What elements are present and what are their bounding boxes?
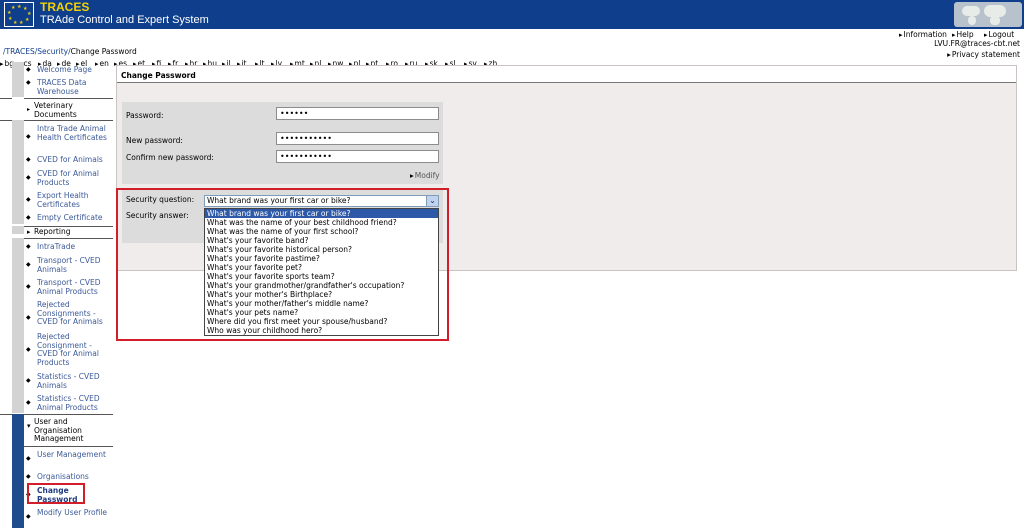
bullet-icon: ◆ <box>26 196 31 203</box>
bullet-icon: ◆ <box>26 174 31 181</box>
breadcrumb-current: Change Password <box>70 47 137 56</box>
new-password-field[interactable]: ••••••••••• <box>276 132 439 145</box>
bullet-icon: ◆ <box>26 513 31 520</box>
expand-icon: ▸ <box>27 228 31 236</box>
breadcrumb-security[interactable]: Security <box>37 47 68 56</box>
divider <box>24 98 113 99</box>
sidebar-rail <box>12 238 24 413</box>
page-title: Change Password <box>121 71 196 80</box>
confirm-password-field[interactable]: ••••••••••• <box>276 150 439 163</box>
bullet-icon: ◆ <box>26 455 31 462</box>
bullet-icon: ◆ <box>26 346 31 353</box>
divider <box>24 446 113 447</box>
breadcrumb: /TRACES/Security/Change Password <box>3 47 137 57</box>
bullet-icon: ◆ <box>26 283 31 290</box>
bullet-icon: ◆ <box>26 243 31 250</box>
bullet-icon: ◆ <box>26 473 31 480</box>
divider <box>24 238 113 239</box>
password-label: Password: <box>126 111 164 120</box>
highlight-box <box>116 188 449 341</box>
new-password-label: New password: <box>126 136 183 145</box>
bullet-icon: ◆ <box>26 314 31 321</box>
bullet-icon: ◆ <box>26 133 31 140</box>
highlight-box <box>27 483 85 504</box>
password-field[interactable]: •••••• <box>276 107 439 120</box>
world-map-icon <box>954 2 1022 27</box>
app-subtitle: TRAde Control and Expert System <box>40 14 209 26</box>
sidebar-rail <box>12 120 24 224</box>
sidebar-rail <box>12 62 24 97</box>
sidebar-rail <box>12 226 24 234</box>
app-header: ★ ★ ★ ★ ★ ★ ★ ★ ★ TRACES TRAde Control and E… <box>0 0 1024 29</box>
collapse-icon: ▾ <box>27 422 31 430</box>
bullet-icon: ◆ <box>26 399 31 406</box>
privacy-link[interactable]: Privacy statement <box>947 50 1020 59</box>
divider <box>0 120 12 121</box>
expand-icon: ▸ <box>27 106 31 113</box>
bullet-icon: ◆ <box>26 377 31 384</box>
eu-flag-icon: ★ ★ ★ ★ ★ ★ ★ ★ ★ <box>4 2 34 27</box>
panel-header: Change Password <box>117 66 1016 83</box>
divider <box>0 98 12 99</box>
user-email: LVU.FR@traces-cbt.net <box>934 39 1020 48</box>
sidebar-rail-active <box>12 414 24 528</box>
divider <box>0 414 12 415</box>
bullet-icon: ◆ <box>26 214 31 221</box>
bullet-icon: ◆ <box>26 79 31 86</box>
confirm-password-label: Confirm new password: <box>126 153 214 162</box>
modify-link[interactable]: Modify <box>410 171 440 180</box>
divider <box>24 414 113 415</box>
language-bar: bg cs da de el en es et fi fr hr hu il i… <box>0 29 1024 68</box>
divider <box>24 120 113 121</box>
bullet-icon: ◆ <box>26 156 31 163</box>
app-title: TRACES <box>40 0 90 14</box>
bullet-icon: ◆ <box>26 261 31 268</box>
breadcrumb-root[interactable]: /TRACES/ <box>3 47 37 56</box>
bullet-icon: ◆ <box>26 66 31 73</box>
